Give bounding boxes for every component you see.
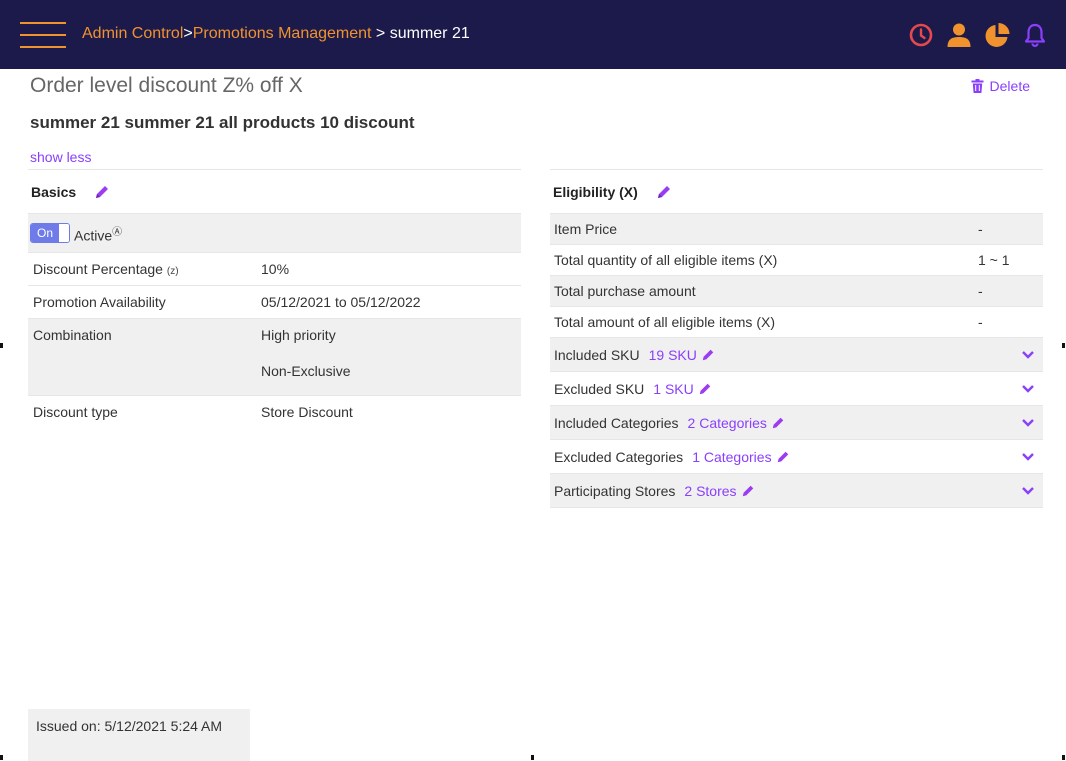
promotion-availability-row: Promotion Availability 05/12/2021 to 05/…	[28, 286, 521, 319]
included-sku-link[interactable]: 19 SKU	[649, 347, 715, 363]
basics-panel: Basics On ActiveⒶ Discount Percentage (z…	[28, 169, 521, 428]
included-categories-link[interactable]: 2 Categories	[688, 415, 785, 431]
total-purchase-amount-value: -	[978, 283, 983, 299]
combination-exclusivity: Non-Exclusive	[261, 363, 351, 379]
chevron-down-icon[interactable]	[1021, 486, 1035, 496]
basics-header: Basics	[28, 170, 521, 214]
total-quantity-row: Total quantity of all eligible items (X)…	[550, 245, 1043, 276]
top-navigation-bar: Admin Control>Promotions Management > su…	[0, 0, 1066, 69]
discount-type-row: Discount type Store Discount	[28, 396, 521, 428]
total-quantity-value: 1 ~ 1	[978, 252, 1010, 268]
issued-on-text: Issued on: 5/12/2021 5:24 AM	[28, 709, 250, 761]
breadcrumb-separator: >	[371, 25, 390, 42]
participating-stores-link[interactable]: 2 Stores	[684, 483, 754, 499]
toggle-knob	[59, 224, 69, 242]
toggle-on-label: On	[31, 224, 60, 242]
eligibility-title: Eligibility (X)	[553, 183, 638, 200]
excluded-sku-link[interactable]: 1 SKU	[653, 381, 711, 397]
participating-stores-row[interactable]: Participating Stores 2 Stores	[550, 474, 1043, 508]
edge-marker	[0, 755, 3, 760]
pencil-icon	[702, 349, 714, 360]
show-less-link[interactable]: show less	[30, 149, 91, 165]
eligibility-panel: Eligibility (X) Item Price - Total quant…	[550, 169, 1043, 508]
participating-stores-label: Participating Stores	[554, 482, 676, 499]
active-toggle[interactable]: On	[30, 223, 70, 243]
total-amount-label: Total amount of all eligible items (X)	[554, 314, 775, 330]
excluded-categories-label: Excluded Categories	[554, 448, 684, 465]
combination-values: High priority Non-Exclusive	[256, 319, 355, 395]
trash-icon	[971, 79, 984, 93]
breadcrumb: Admin Control>Promotions Management > su…	[82, 24, 470, 44]
discount-percentage-label: Discount Percentage (z)	[33, 261, 179, 277]
clock-icon[interactable]	[908, 22, 934, 48]
promotion-availability-value: 05/12/2021 to 05/12/2022	[261, 294, 421, 310]
edge-marker	[0, 343, 3, 348]
active-text: Active	[74, 227, 113, 244]
pie-chart-icon[interactable]	[984, 22, 1010, 48]
chevron-down-icon[interactable]	[1021, 384, 1035, 394]
item-price-row: Item Price -	[550, 214, 1043, 245]
pencil-icon	[772, 417, 784, 428]
page-title: Order level discount Z% off X	[30, 74, 303, 97]
chevron-down-icon[interactable]	[1021, 350, 1035, 360]
breadcrumb-separator: >	[183, 25, 193, 42]
header-actions	[908, 20, 1048, 50]
included-categories-row[interactable]: Included Categories 2 Categories	[550, 406, 1043, 440]
chevron-down-icon[interactable]	[1021, 418, 1035, 428]
discount-type-label: Discount type	[33, 404, 118, 420]
total-quantity-label: Total quantity of all eligible items (X)	[554, 252, 778, 268]
pencil-icon	[742, 485, 753, 496]
excluded-categories-link[interactable]: 1 Categories	[692, 449, 789, 465]
total-purchase-amount-label: Total purchase amount	[554, 283, 696, 299]
delete-label: Delete	[989, 78, 1030, 94]
pencil-icon	[777, 451, 788, 462]
chevron-down-icon[interactable]	[1021, 452, 1035, 462]
discount-percentage-value: 10%	[261, 261, 290, 277]
active-label: ActiveⒶ	[74, 223, 122, 244]
total-purchase-amount-row: Total purchase amount -	[550, 276, 1043, 307]
discount-percentage-row: Discount Percentage (z) 10%	[28, 253, 521, 286]
eligibility-header: Eligibility (X)	[550, 170, 1043, 214]
breadcrumb-current: summer 21	[389, 25, 470, 42]
excluded-sku-label: Excluded SKU	[554, 380, 645, 397]
breadcrumb-admin-control[interactable]: Admin Control	[82, 25, 183, 42]
edge-marker	[1062, 343, 1065, 348]
breadcrumb-promotions-management[interactable]: Promotions Management	[193, 25, 372, 42]
item-price-label: Item Price	[554, 221, 618, 237]
edge-marker	[1062, 755, 1065, 760]
total-amount-row: Total amount of all eligible items (X) -	[550, 307, 1043, 338]
combination-priority: High priority	[261, 327, 336, 343]
combination-label: Combination	[33, 327, 112, 343]
promotion-name: summer 21 summer 21 all products 10 disc…	[30, 113, 415, 132]
label-suffix: (z)	[166, 266, 179, 277]
help-icon[interactable]: Ⓐ	[112, 227, 122, 238]
edge-marker	[531, 755, 534, 760]
hamburger-menu-icon[interactable]	[20, 22, 66, 48]
pencil-icon[interactable]	[94, 184, 110, 200]
included-categories-label: Included Categories	[554, 414, 679, 431]
excluded-categories-row[interactable]: Excluded Categories 1 Categories	[550, 440, 1043, 474]
pencil-icon	[699, 383, 710, 394]
pencil-icon[interactable]	[656, 184, 672, 200]
basics-title: Basics	[31, 183, 77, 200]
included-sku-label: Included SKU	[554, 346, 640, 363]
active-status-row: On ActiveⒶ	[28, 214, 521, 253]
combination-row: Combination High priority Non-Exclusive	[28, 319, 521, 396]
user-icon[interactable]	[946, 22, 972, 48]
delete-button[interactable]: Delete	[971, 78, 1030, 94]
discount-type-value: Store Discount	[261, 404, 353, 420]
item-price-value: -	[978, 221, 983, 237]
promotion-availability-label: Promotion Availability	[33, 294, 166, 310]
included-sku-row[interactable]: Included SKU 19 SKU	[550, 338, 1043, 372]
excluded-sku-row[interactable]: Excluded SKU 1 SKU	[550, 372, 1043, 406]
total-amount-value: -	[978, 314, 983, 330]
bell-icon[interactable]	[1022, 22, 1048, 48]
